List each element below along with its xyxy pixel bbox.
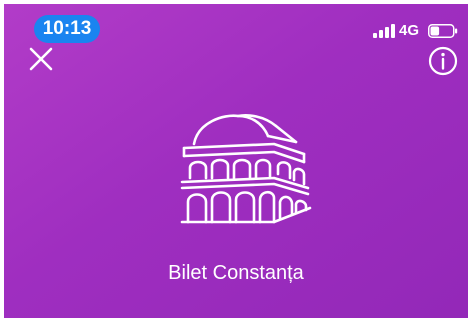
ticket-title: Bilet Constanța <box>168 262 304 284</box>
info-button[interactable] <box>428 46 458 76</box>
network-type-label: 4G <box>399 22 420 39</box>
battery-icon <box>428 24 458 38</box>
info-icon <box>428 46 458 76</box>
status-time: 10:13 <box>34 15 100 43</box>
signal-strength-icon <box>373 24 395 38</box>
ticket-screen: 10:13 4G Bilet Constanța <box>4 4 468 318</box>
close-button[interactable] <box>28 46 54 72</box>
building-icon <box>180 114 312 224</box>
status-bar: 10:13 4G <box>4 4 468 48</box>
close-icon <box>29 47 53 71</box>
